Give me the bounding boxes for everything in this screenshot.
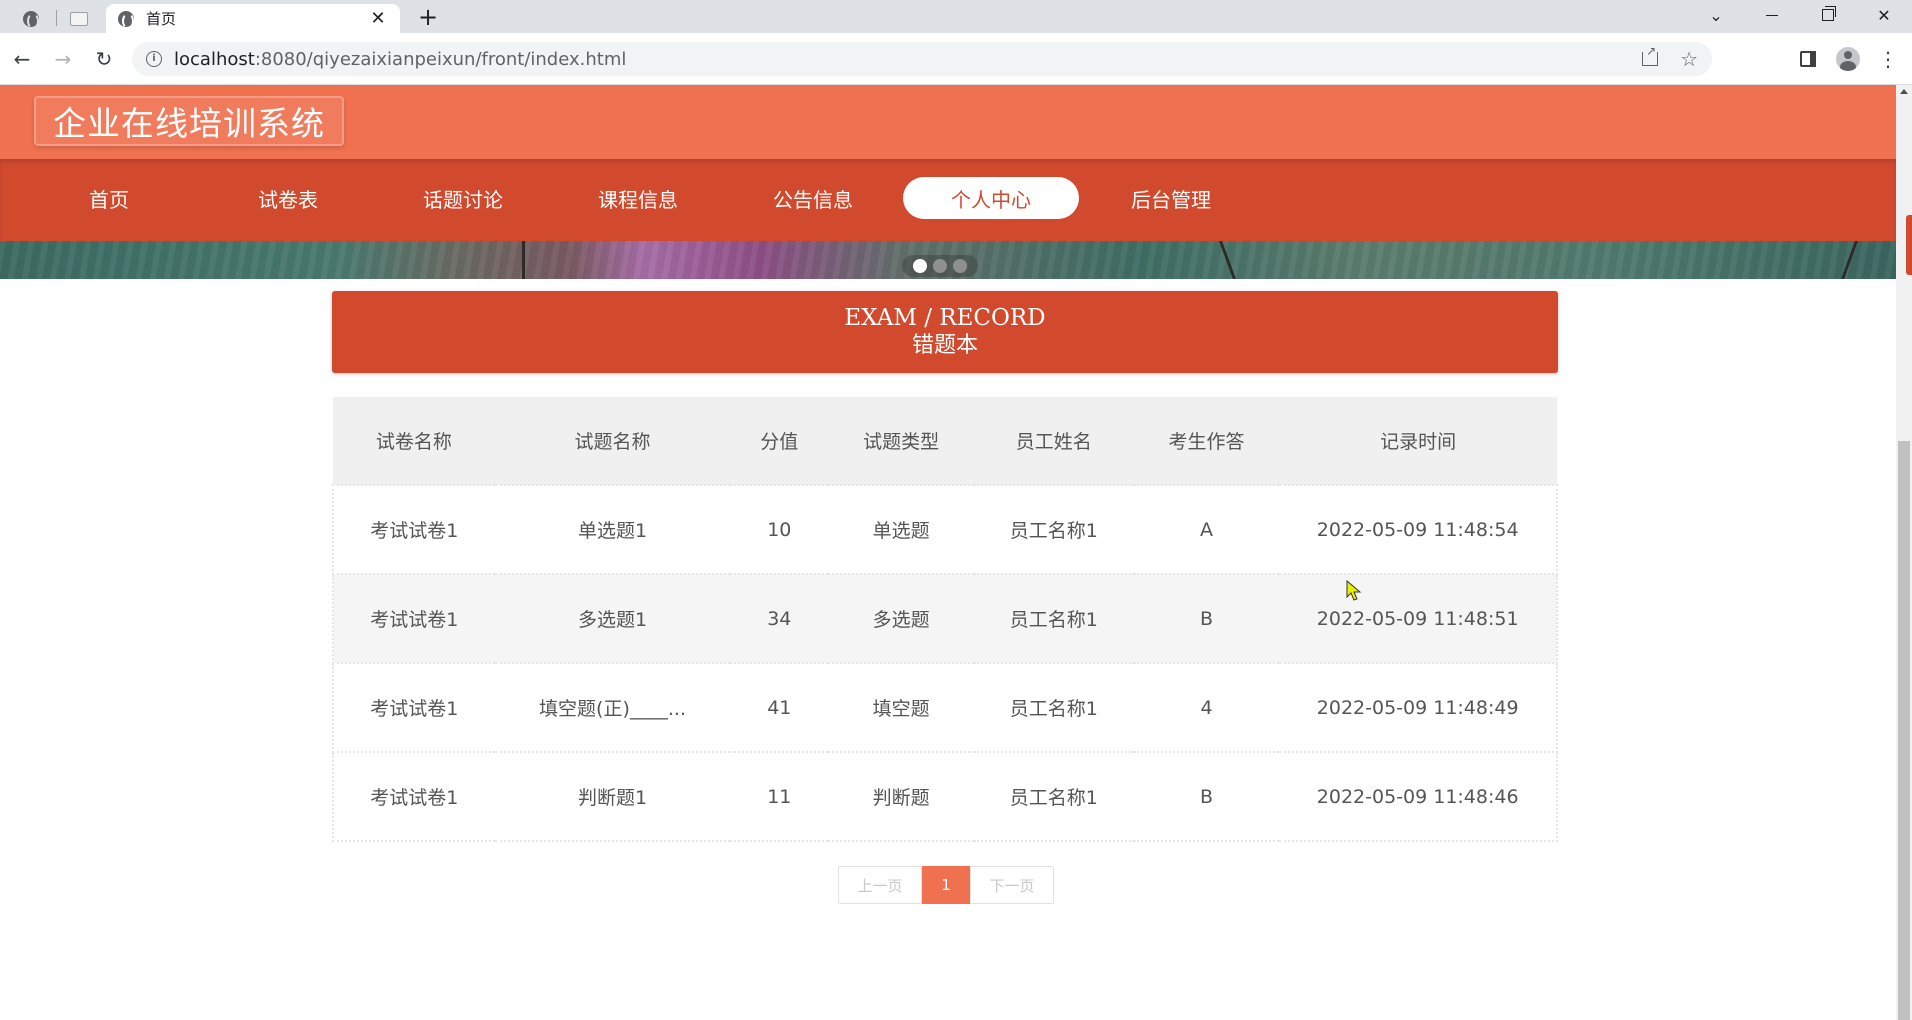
star-icon[interactable]: ☆	[1680, 47, 1698, 71]
table-cell: B	[1199, 607, 1213, 630]
table-cell: 考试试卷1	[370, 698, 459, 720]
table-cell: 2022-05-09 11:48:51	[1316, 607, 1519, 630]
chevron-down-icon[interactable]: ⌄	[1688, 0, 1744, 30]
column-header: 试卷名称	[375, 431, 452, 453]
column-header: 记录时间	[1380, 431, 1457, 453]
column-header: 试题名称	[574, 431, 651, 453]
column-header: 分值	[760, 431, 799, 453]
profile-icon[interactable]	[1834, 45, 1862, 73]
table-cell: B	[1199, 785, 1213, 808]
pagination: 上一页 1 下一页	[838, 866, 1054, 904]
table-cell: 10	[767, 518, 792, 541]
nav-item-courses[interactable]: 课程信息	[550, 177, 726, 219]
url-text: localhost:8080/qiyezaixianpeixun/front/i…	[174, 49, 626, 70]
record-table: 试卷名称 试题名称 分值 试题类型 员工姓名 考生作答 记录时间 考试试卷1 单…	[332, 397, 1558, 842]
column-header: 考生作答	[1168, 431, 1245, 453]
table-cell: 41	[767, 696, 792, 719]
table-cell: 判断题1	[577, 787, 648, 809]
url-path: :8080/qiyezaixianpeixun/front/index.html	[254, 48, 627, 70]
prev-page-button[interactable]: 上一页	[838, 866, 922, 904]
address-bar: ← → ↻ i localhost:8080/qiyezaixianpeixun…	[0, 33, 1912, 85]
share-icon[interactable]	[1642, 44, 1659, 66]
banner-decoration	[1841, 241, 1858, 279]
pinned-tab-2[interactable]	[56, 4, 102, 33]
tab-title: 首页	[146, 10, 177, 28]
table-cell: 4	[1200, 696, 1213, 719]
sheet-icon	[70, 11, 88, 26]
scroll-thumb[interactable]	[1898, 441, 1910, 1020]
table-cell: A	[1199, 518, 1213, 541]
table-cell: 34	[767, 607, 792, 630]
table-cell: 多选题1	[577, 609, 648, 631]
table-row[interactable]: 考试试卷1 判断题1 11 判断题 员工名称1 B 2022-05-09 11:…	[333, 752, 1557, 841]
column-header: 员工姓名	[1015, 431, 1092, 453]
globe-icon	[118, 10, 134, 29]
nav-item-personal-center[interactable]: 个人中心	[903, 177, 1079, 219]
table-cell: 考试试卷1	[370, 520, 459, 542]
globe-icon	[23, 10, 39, 29]
main-nav: 首页 试卷表 话题讨论 课程信息 公告信息 个人中心 后台管理	[0, 159, 1896, 241]
section-title-cn: 错题本	[911, 333, 978, 358]
table-cell: 员工名称1	[1009, 609, 1098, 631]
table-cell: 多选题	[872, 609, 930, 631]
next-page-button[interactable]: 下一页	[970, 866, 1054, 904]
table-cell: 11	[767, 785, 792, 808]
site-header: 企业在线培训系统	[0, 85, 1896, 159]
info-icon[interactable]: i	[146, 51, 162, 67]
forward-icon[interactable]: →	[49, 45, 77, 73]
window-close-icon[interactable]: ✕	[1856, 0, 1912, 30]
table-cell: 单选题1	[577, 520, 648, 542]
url-host: localhost	[174, 48, 255, 70]
section-title: EXAM / RECORD 错题本	[332, 291, 1558, 373]
logo-text: 企业在线培训系统	[53, 104, 325, 143]
nav-item-discussion[interactable]: 话题讨论	[375, 177, 551, 219]
carousel-dot[interactable]	[933, 259, 947, 273]
table-cell: 2022-05-09 11:48:54	[1316, 518, 1519, 541]
nav-item-admin[interactable]: 后台管理	[1083, 177, 1259, 219]
logo[interactable]: 企业在线培训系统	[34, 96, 344, 146]
section-title-en: EXAM / RECORD	[844, 305, 1046, 331]
plus-icon[interactable]: +	[418, 4, 438, 30]
restore-icon[interactable]	[1800, 0, 1856, 30]
carousel-indicators	[902, 255, 978, 277]
banner-carousel[interactable]	[0, 241, 1896, 279]
nav-item-home[interactable]: 首页	[21, 177, 197, 219]
kebab-icon[interactable]: ⋮	[1874, 45, 1902, 73]
table-cell: 填空题	[872, 698, 930, 720]
table-cell: 员工名称1	[1009, 520, 1098, 542]
browser-tab-bar: 首页 ✕ + ⌄ ✕	[0, 0, 1912, 33]
table-header-row: 试卷名称 试题名称 分值 试题类型 员工姓名 考生作答 记录时间	[333, 397, 1557, 485]
banner-decoration	[522, 241, 525, 279]
table-row[interactable]: 考试试卷1 单选题1 10 单选题 员工名称1 A 2022-05-09 11:…	[333, 485, 1557, 574]
close-icon[interactable]: ✕	[368, 8, 388, 29]
back-icon[interactable]: ←	[8, 45, 36, 73]
minimize-icon[interactable]	[1744, 0, 1800, 30]
table-cell: 考试试卷1	[370, 787, 459, 809]
banner-decoration	[1219, 241, 1236, 279]
scroll-up-icon[interactable]	[1900, 89, 1908, 94]
carousel-dot[interactable]	[913, 259, 927, 273]
page-number-button[interactable]: 1	[922, 866, 970, 904]
table-cell: 填空题(正)____...	[539, 698, 686, 720]
pinned-tab[interactable]	[8, 4, 54, 33]
table-cell: 员工名称1	[1009, 787, 1098, 809]
table-row[interactable]: 考试试卷1 填空题(正)____... 41 填空题 员工名称1 4 2022-…	[333, 663, 1557, 752]
active-tab[interactable]: 首页 ✕	[106, 4, 400, 33]
nav-item-announcements[interactable]: 公告信息	[725, 177, 901, 219]
table-cell: 2022-05-09 11:48:46	[1316, 785, 1519, 808]
table-cell: 2022-05-09 11:48:49	[1316, 696, 1519, 719]
extension-icon[interactable]	[1794, 45, 1822, 73]
reload-icon[interactable]: ↻	[90, 45, 118, 73]
table-cell: 员工名称1	[1009, 698, 1098, 720]
table-cell: 单选题	[872, 520, 930, 542]
carousel-dot[interactable]	[953, 259, 967, 273]
column-header: 试题类型	[863, 431, 940, 453]
url-input[interactable]: i localhost:8080/qiyezaixianpeixun/front…	[132, 42, 1712, 76]
table-cell: 考试试卷1	[370, 609, 459, 631]
page-viewport: 企业在线培训系统 首页 试卷表 话题讨论 课程信息 公告信息 个人中心 后台管理…	[0, 85, 1896, 1020]
side-tab[interactable]	[1906, 215, 1912, 275]
table-row[interactable]: 考试试卷1 多选题1 34 多选题 员工名称1 B 2022-05-09 11:…	[333, 574, 1557, 663]
nav-item-exam-papers[interactable]: 试卷表	[200, 177, 376, 219]
table-cell: 判断题	[872, 787, 930, 809]
